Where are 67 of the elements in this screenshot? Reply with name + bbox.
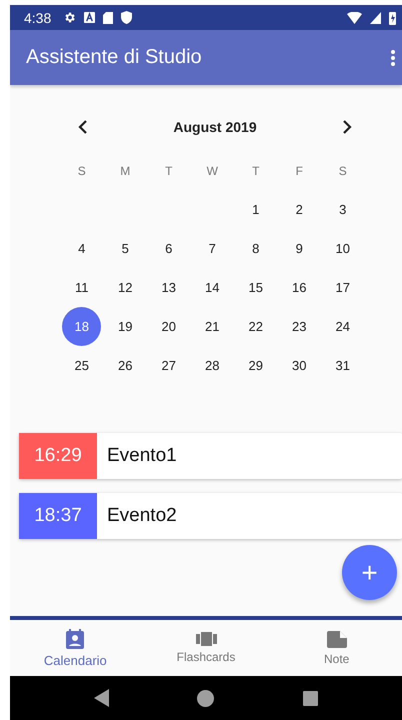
weekday-label: S	[78, 164, 86, 178]
calendar-day[interactable]: 22	[236, 307, 276, 346]
more-options-icon[interactable]	[390, 48, 396, 66]
calendar-day[interactable]: 9	[280, 229, 319, 268]
cards-icon	[196, 632, 216, 646]
calendar-day[interactable]: 19	[106, 307, 145, 346]
calendar-day[interactable]: 6	[149, 229, 188, 268]
calendar-day[interactable]: 2	[280, 190, 319, 229]
chevron-left-icon[interactable]	[78, 120, 88, 134]
calendar-day[interactable]: 14	[192, 268, 232, 307]
recents-icon[interactable]	[302, 690, 318, 706]
calendar-day[interactable]: 3	[323, 190, 362, 229]
weekday-label: T	[252, 164, 260, 178]
calendar-day[interactable]: 28	[192, 346, 232, 385]
home-icon[interactable]	[197, 690, 214, 706]
nav-tab[interactable]: Note	[271, 620, 402, 676]
calendar-day[interactable]: 17	[323, 268, 362, 307]
calendar-day[interactable]: 27	[149, 346, 188, 385]
calendar-day[interactable]: 1	[236, 190, 276, 229]
calendar-day[interactable]: 11	[62, 268, 102, 307]
calendar-day[interactable]: 31	[323, 346, 362, 385]
font-icon	[84, 12, 96, 23]
nav-tab[interactable]: Calendario	[10, 620, 141, 676]
app-title: Assistente di Studio	[26, 46, 202, 69]
signal-icon	[370, 12, 381, 24]
sd-card-icon	[103, 12, 114, 24]
calendar-day[interactable]: 8	[236, 229, 276, 268]
calendar-day[interactable]: 5	[106, 229, 145, 268]
chevron-right-icon[interactable]	[342, 120, 352, 134]
calendar-day[interactable]: 16	[280, 268, 319, 307]
shield-icon	[121, 11, 132, 24]
month-title: August 2019	[173, 119, 257, 135]
note-icon	[326, 630, 347, 648]
event-card[interactable]: 16:29 Evento1	[19, 433, 402, 479]
calendar-day[interactable]: 10	[323, 229, 362, 268]
wifi-icon	[347, 12, 362, 24]
status-time: 4:38	[24, 10, 52, 26]
event-title: Evento1	[106, 444, 177, 468]
calendar-day[interactable]: 7	[192, 229, 232, 268]
calendar-day[interactable]: 13	[149, 268, 188, 307]
weekday-label: M	[120, 164, 130, 178]
calendar-day[interactable]: 15	[236, 268, 276, 307]
calendar-day[interactable]: 29	[236, 346, 276, 385]
event-title: Evento2	[106, 504, 177, 528]
calendar-day[interactable]: 26	[106, 346, 145, 385]
calendar-day[interactable]: 18	[62, 307, 102, 346]
calendar-day[interactable]: 30	[280, 346, 319, 385]
weekday-label: F	[296, 164, 303, 178]
calendar-day[interactable]: 12	[106, 268, 145, 307]
event-time: 18:37	[19, 493, 97, 539]
event-time: 16:29	[19, 433, 97, 479]
calendar-day[interactable]: 25	[62, 346, 102, 385]
calendar-day[interactable]: 4	[62, 229, 102, 268]
calendar-person-icon	[66, 628, 84, 648]
calendar-day[interactable]: 21	[192, 307, 232, 346]
calendar-day[interactable]: 24	[323, 307, 362, 346]
weekday-label: T	[165, 164, 172, 178]
back-icon[interactable]	[94, 689, 110, 707]
add-button[interactable]: +	[342, 545, 397, 600]
calendar-day[interactable]: 20	[149, 307, 188, 346]
nav-tab[interactable]: Flashcards	[140, 620, 272, 676]
event-card[interactable]: 18:37 Evento2	[19, 493, 402, 539]
gear-icon	[63, 11, 76, 24]
weekday-label: W	[206, 164, 218, 178]
weekday-label: S	[338, 164, 347, 178]
calendar-day[interactable]: 23	[280, 307, 319, 346]
battery-icon	[389, 10, 396, 24]
